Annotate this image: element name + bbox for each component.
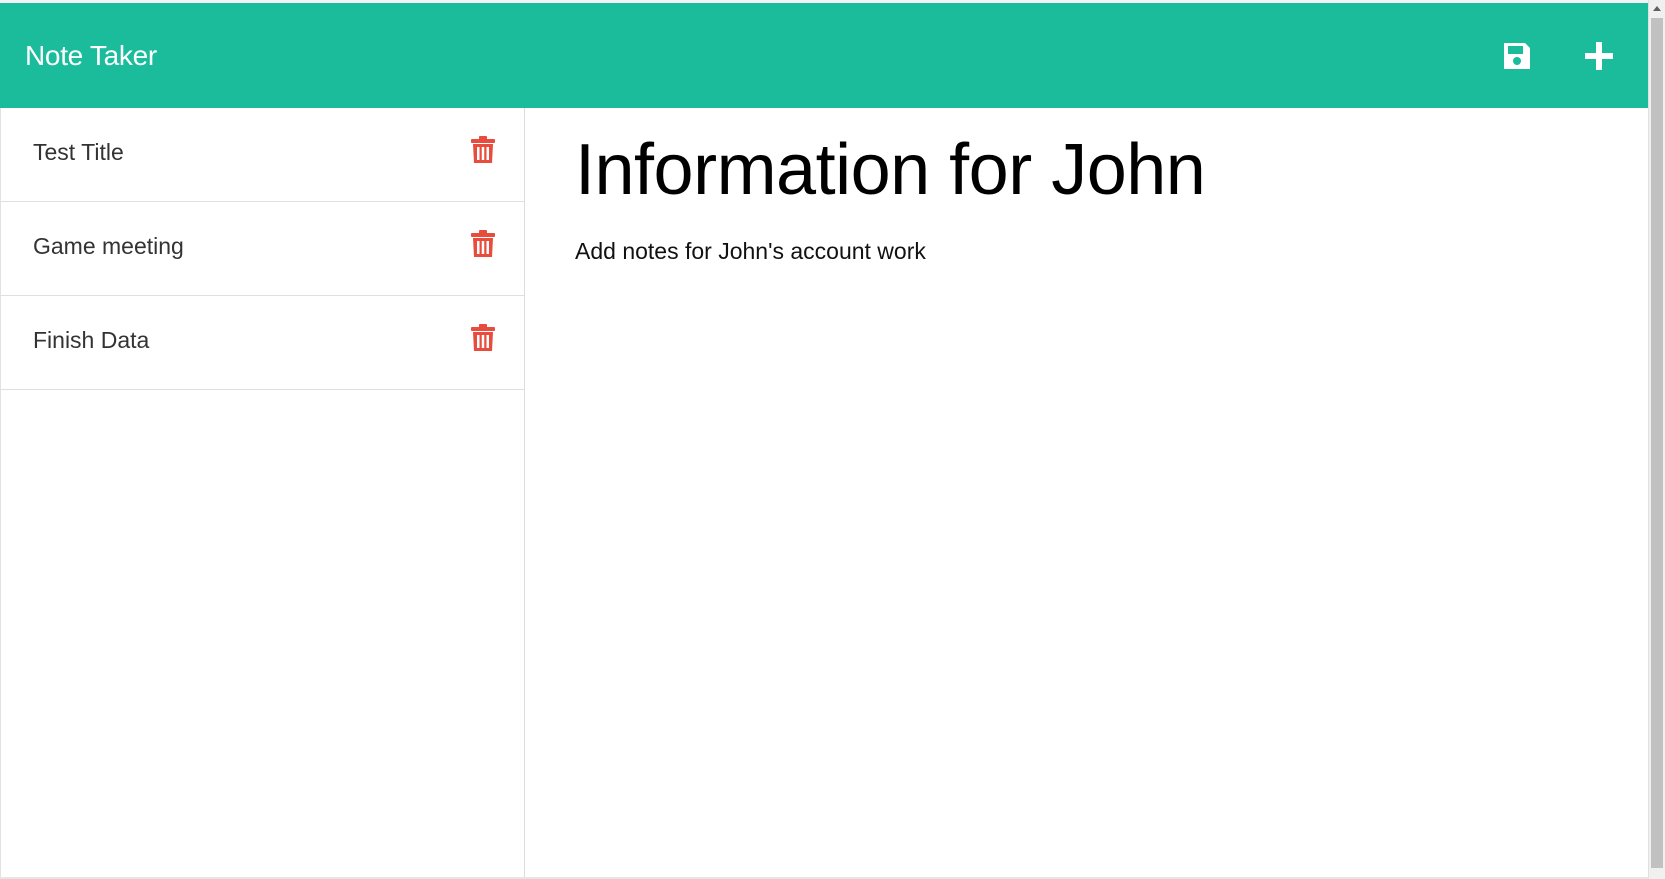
- app-title[interactable]: Note Taker: [25, 40, 157, 72]
- note-item-title: Test Title: [33, 139, 124, 165]
- note-list-item[interactable]: Test Title: [1, 108, 524, 202]
- new-note-button[interactable]: [1580, 37, 1618, 75]
- note-text-area[interactable]: Add notes for John's account work: [575, 238, 1608, 265]
- delete-note-button[interactable]: [470, 135, 496, 165]
- navbar: Note Taker: [0, 3, 1648, 108]
- note-list-item[interactable]: Game meeting: [1, 202, 524, 296]
- note-title-field[interactable]: Information for John: [575, 120, 1608, 220]
- scroll-up-arrow-icon[interactable]: [1649, 0, 1665, 16]
- note-item-title: Finish Data: [33, 327, 150, 353]
- scrollbar-thumb[interactable]: [1651, 18, 1663, 868]
- plus-icon: [1585, 41, 1613, 70]
- save-note-button[interactable]: [1498, 37, 1536, 75]
- note-editor: Information for John Add notes for John'…: [526, 108, 1648, 879]
- save-icon: [1504, 42, 1530, 69]
- delete-note-button[interactable]: [470, 229, 496, 259]
- note-item-title: Game meeting: [33, 233, 184, 259]
- trash-icon: [471, 229, 495, 257]
- trash-icon: [471, 135, 495, 163]
- note-list-item[interactable]: Finish Data: [1, 296, 524, 390]
- note-list: Test Title Game meeting Finish Data: [1, 108, 524, 390]
- trash-icon: [471, 323, 495, 351]
- delete-note-button[interactable]: [470, 323, 496, 353]
- navbar-actions: [1498, 37, 1618, 75]
- vertical-scrollbar[interactable]: [1648, 0, 1665, 879]
- notes-sidebar: Test Title Game meeting Finish Data: [0, 108, 525, 879]
- app-window: Note Taker Test Title Game meeting Finis…: [0, 0, 1665, 879]
